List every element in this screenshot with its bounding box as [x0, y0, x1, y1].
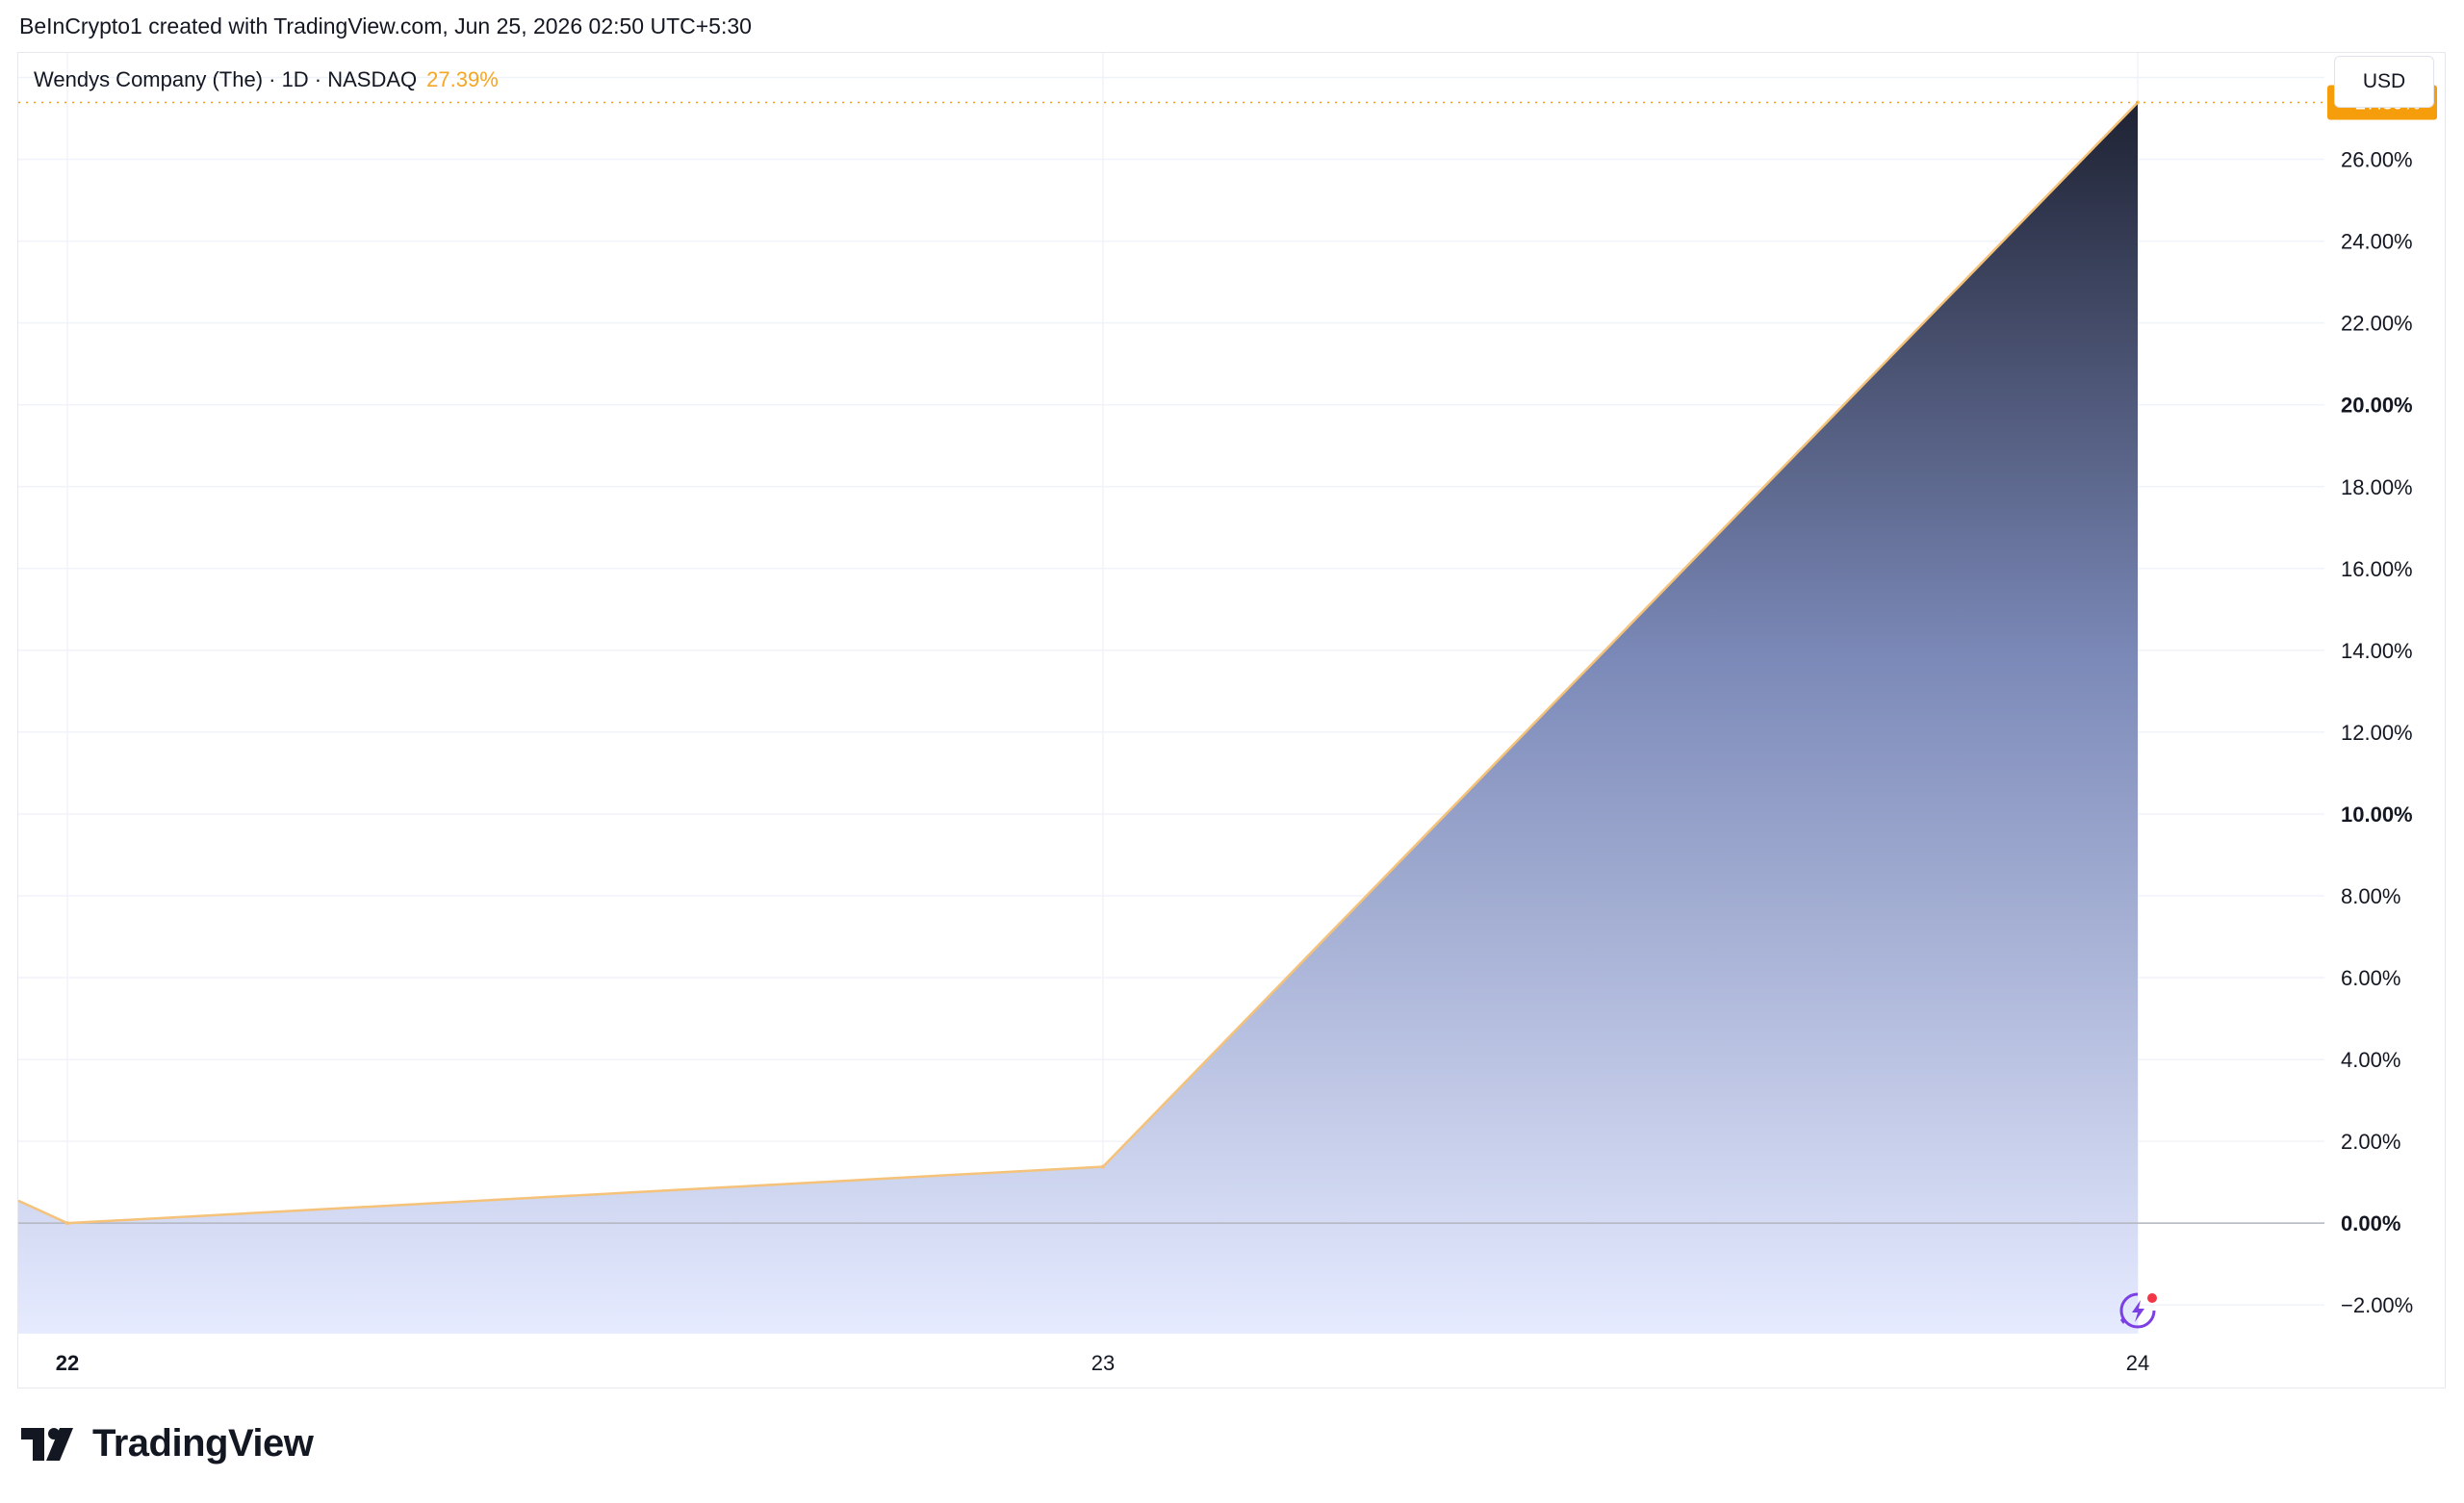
chart-canvas[interactable]: 28.00%26.00%24.00%22.00%20.00%18.00%16.0…: [0, 0, 2464, 1390]
tradingview-logo[interactable]: TradingView: [21, 1422, 314, 1465]
area-layer: [17, 100, 2326, 1335]
tradingview-wordmark: TradingView: [92, 1422, 314, 1465]
y-tick-label: 4.00%: [2341, 1048, 2400, 1072]
y-tick-label: −2.00%: [2341, 1293, 2413, 1317]
legend-change: 27.39%: [426, 67, 499, 91]
y-tick-label: 14.00%: [2341, 639, 2413, 663]
y-tick-label: 24.00%: [2341, 230, 2413, 254]
currency-label: USD: [2362, 70, 2406, 92]
y-tick-label: 2.00%: [2341, 1130, 2400, 1154]
y-tick-label: 20.00%: [2341, 394, 2413, 418]
y-tick-label: 10.00%: [2341, 802, 2413, 827]
y-tick-label: 18.00%: [2341, 475, 2413, 499]
chart-legend[interactable]: Wendys Company (The) · 1D · NASDAQ 27.39%: [34, 67, 499, 92]
area-fill: [18, 102, 2138, 1335]
x-tick-label: 22: [56, 1351, 79, 1375]
y-tick-label: 12.00%: [2341, 721, 2413, 745]
y-tick-label: 0.00%: [2341, 1211, 2400, 1236]
x-tick-label: 24: [2126, 1351, 2149, 1375]
tradingview-logo-icon: [21, 1427, 73, 1461]
ai-sparkle-dot: [2147, 1293, 2157, 1303]
y-tick-label: 26.00%: [2341, 148, 2413, 172]
y-tick-label: 6.00%: [2341, 966, 2400, 990]
data-point: [1101, 1164, 1105, 1169]
legend-symbol: Wendys Company (The) · 1D · NASDAQ: [34, 67, 418, 91]
y-tick-label: 16.00%: [2341, 557, 2413, 581]
data-point: [65, 1221, 69, 1226]
y-tick-label: 8.00%: [2341, 884, 2400, 908]
y-tick-label: 22.00%: [2341, 312, 2413, 336]
x-tick-label: 23: [1091, 1351, 1115, 1375]
currency-button[interactable]: USD: [2334, 56, 2434, 108]
